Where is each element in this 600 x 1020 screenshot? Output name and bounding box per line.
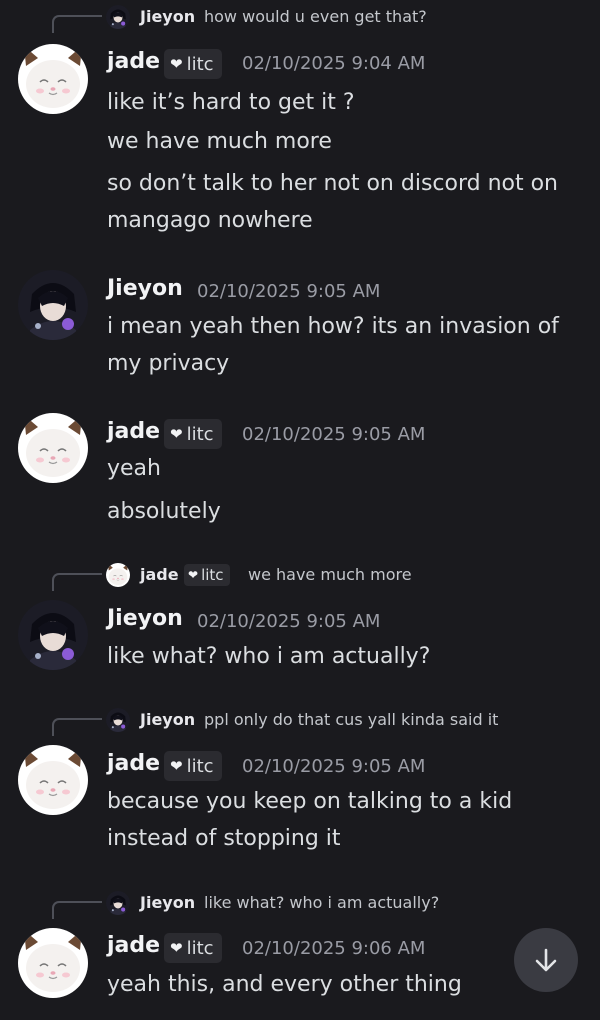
server-tag-badge[interactable]: ❤ litc <box>164 751 222 781</box>
message-line: because you keep on talking to a kid <box>107 789 513 814</box>
timestamp[interactable]: 02/10/2025 9:05 AM <box>242 424 425 445</box>
timestamp[interactable]: 02/10/2025 9:05 AM <box>197 281 380 302</box>
avatar[interactable] <box>18 413 88 483</box>
timestamp[interactable]: 02/10/2025 9:04 AM <box>242 53 425 74</box>
heart-icon: ❤ <box>170 939 183 957</box>
author-name[interactable]: Jieyon <box>107 606 183 631</box>
message-line: absolutely <box>107 499 221 524</box>
message-line: yeah this, and every other thing <box>107 972 462 997</box>
reply-avatar <box>106 5 130 29</box>
arrow-down-icon <box>535 948 557 972</box>
avatar[interactable] <box>18 44 88 114</box>
message-line: mangago nowhere <box>107 208 313 233</box>
message-line: so don’t talk to her not on discord not … <box>107 171 558 196</box>
author-name[interactable]: jade <box>107 419 160 444</box>
reply-preview[interactable]: jade ❤ litc we have much more <box>0 560 600 591</box>
author-name[interactable]: jade <box>107 49 160 74</box>
reply-preview[interactable]: Jieyon like what? who i am actually? <box>0 888 600 919</box>
author-name[interactable]: Jieyon <box>107 276 183 301</box>
avatar[interactable] <box>18 600 88 670</box>
reply-avatar <box>106 708 130 732</box>
reply-connector <box>52 718 102 736</box>
reply-author[interactable]: Jieyon <box>140 893 195 912</box>
reply-author[interactable]: Jieyon <box>140 710 195 729</box>
reply-text: we have much more <box>248 565 412 584</box>
timestamp[interactable]: 02/10/2025 9:05 AM <box>197 611 380 632</box>
reply-author[interactable]: Jieyon <box>140 7 195 26</box>
badge-label: litc <box>186 755 214 777</box>
message-line: yeah <box>107 456 161 481</box>
server-tag-badge[interactable]: ❤ litc <box>164 933 222 963</box>
message-line: my privacy <box>107 351 230 376</box>
server-tag-badge[interactable]: ❤ litc <box>164 419 222 449</box>
message-line: i mean yeah then how? its an invasion of <box>107 314 559 339</box>
avatar[interactable] <box>18 745 88 815</box>
heart-icon: ❤ <box>170 55 183 73</box>
badge-label: litc <box>201 566 224 584</box>
avatar[interactable] <box>18 270 88 340</box>
message-line: instead of stopping it <box>107 826 341 851</box>
heart-icon: ❤ <box>170 757 183 775</box>
reply-text: ppl only do that cus yall kinda said it <box>204 710 499 729</box>
badge-label: litc <box>186 423 214 445</box>
server-tag-badge[interactable]: ❤ litc <box>184 564 230 586</box>
timestamp[interactable]: 02/10/2025 9:05 AM <box>242 756 425 777</box>
server-tag-badge[interactable]: ❤ litc <box>164 49 222 79</box>
jump-to-present-button[interactable] <box>514 928 578 992</box>
reply-connector <box>52 15 102 33</box>
reply-avatar <box>106 891 130 915</box>
badge-label: litc <box>186 53 214 75</box>
message-line: we have much more <box>107 129 332 154</box>
reply-connector <box>52 901 102 919</box>
reply-preview[interactable]: Jieyon ppl only do that cus yall kinda s… <box>0 705 600 736</box>
author-name[interactable]: jade <box>107 751 160 776</box>
reply-text: like what? who i am actually? <box>204 893 440 912</box>
heart-icon: ❤ <box>188 568 199 582</box>
message-line: like what? who i am actually? <box>107 644 431 669</box>
reply-preview[interactable]: Jieyon how would u even get that? <box>0 2 600 33</box>
reply-avatar <box>106 563 130 587</box>
timestamp[interactable]: 02/10/2025 9:06 AM <box>242 938 425 959</box>
heart-icon: ❤ <box>170 425 183 443</box>
reply-text: how would u even get that? <box>204 7 427 26</box>
reply-connector <box>52 573 102 591</box>
message-line: like it’s hard to get it ? <box>107 90 355 115</box>
author-name[interactable]: jade <box>107 933 160 958</box>
reply-author[interactable]: jade <box>140 565 179 584</box>
avatar[interactable] <box>18 928 88 998</box>
badge-label: litc <box>186 937 214 959</box>
